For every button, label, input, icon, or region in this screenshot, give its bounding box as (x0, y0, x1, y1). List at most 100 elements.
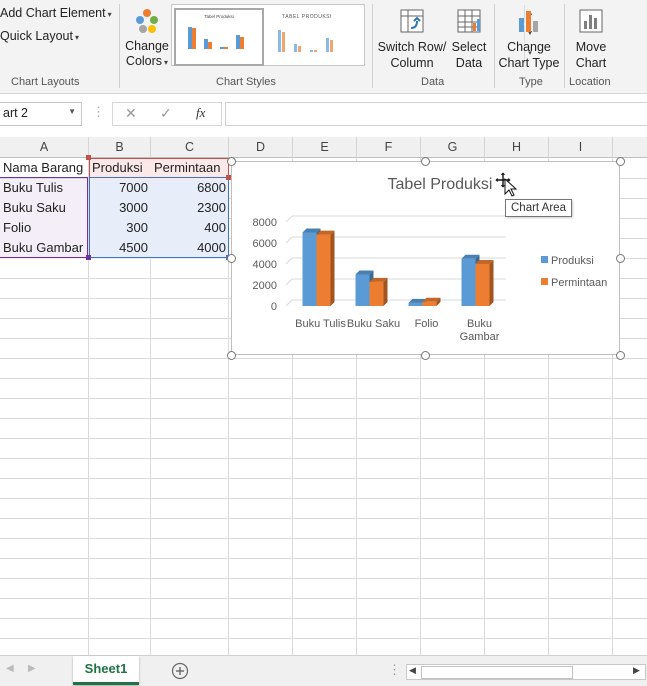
chart-style-thumbnail-1[interactable]: Tabel Produksi (174, 8, 264, 66)
x-category-label: Folio (415, 318, 439, 330)
x-category-label: Gambar (460, 331, 500, 343)
bar-side-permintaan (489, 260, 494, 306)
switch-row-column-button[interactable]: Switch Row/ Column (377, 4, 447, 72)
scroll-right-icon[interactable]: ▶ (633, 665, 640, 676)
name-box-dropdown-icon[interactable]: ▼ (68, 107, 76, 116)
enter-icon[interactable]: ✓ (160, 105, 172, 122)
category-range-border (0, 177, 88, 258)
chart-area[interactable]: Tabel Produksi 8000 6000 4000 2000 0 Buku Tuli… (231, 161, 620, 355)
column-header-h[interactable]: H (485, 137, 549, 158)
range-resize-handle[interactable] (86, 255, 91, 260)
scroll-tabs-right-icon[interactable]: ▶ (28, 663, 36, 674)
column-header-g[interactable]: G (421, 137, 485, 158)
cell-a1[interactable]: Nama Barang (0, 158, 88, 178)
change-chart-type-label-2: Chart Type (498, 56, 560, 70)
column-header-c[interactable]: C (151, 137, 229, 158)
column-header-j[interactable] (613, 137, 647, 158)
range-resize-handle[interactable] (86, 155, 91, 160)
move-chart-label-1: Move (575, 40, 607, 54)
bar-permintaan (475, 264, 490, 306)
name-box[interactable]: art 2 ▼ (0, 102, 82, 126)
sheet-tab-sheet1[interactable]: Sheet1 (73, 656, 139, 685)
switch-row-column-label-1: Switch Row/ (377, 40, 447, 54)
y-tick-label: 2000 (253, 280, 277, 292)
chart-styles-gallery: Tabel Produksi TABEL PRODUKSI ▲ ▼ ▾ (171, 4, 533, 66)
group-label-chart-layouts: Chart Layouts (11, 76, 80, 88)
ribbon: Add Chart Element ▾ Quick Layout ▾ Chart L… (0, 0, 647, 94)
column-header-b[interactable]: B (89, 137, 151, 158)
chart-plot-svg: Tabel Produksi 8000 6000 4000 2000 0 Buku Tuli… (253, 176, 608, 343)
bar-permintaan (316, 234, 331, 306)
move-chart-button[interactable]: Move Chart (567, 4, 615, 72)
group-separator (564, 4, 565, 88)
group-label-data: Data (421, 76, 445, 88)
y-tick-label: 4000 (253, 259, 277, 271)
values-range-border (89, 177, 229, 258)
y-tick-label: 8000 (253, 217, 277, 229)
bar-produksi (355, 274, 370, 306)
chart-style-thumbnail-2[interactable]: TABEL PRODUKSI (264, 8, 350, 62)
bar-side-permintaan (330, 230, 335, 306)
series-name-range-border (89, 158, 229, 178)
move-chart-icon (579, 9, 603, 33)
bar-produksi (302, 232, 317, 306)
chart-title: Tabel Produksi (388, 176, 493, 193)
change-chart-type-label-1: Change (507, 40, 551, 54)
gridline-depth (285, 215, 293, 223)
add-chart-element-button[interactable]: Add Chart Element ▾ (0, 6, 112, 20)
scroll-left-icon[interactable]: ◀ (409, 665, 416, 676)
bar-produksi (461, 258, 476, 306)
change-colors-button[interactable]: Change Colors ▾ (124, 4, 170, 74)
chart-resize-handle[interactable] (421, 157, 430, 166)
y-tick-label: 6000 (253, 238, 277, 250)
horizontal-scrollbar[interactable]: ◀ ▶ (406, 664, 646, 680)
legend-label: Permintaan (551, 277, 607, 289)
bar-permintaan (422, 301, 437, 306)
quick-layout-button[interactable]: Quick Layout ▾ (0, 29, 79, 43)
chart-resize-handle[interactable] (616, 254, 625, 263)
change-chart-type-icon (519, 11, 538, 32)
scroll-tabs-left-icon[interactable]: ◀ (6, 663, 14, 674)
bar-permintaan (369, 281, 384, 306)
column-header-f[interactable]: F (357, 137, 421, 158)
change-colors-label-2: Colors (125, 54, 163, 68)
group-label-chart-styles: Chart Styles (216, 76, 276, 88)
scrollbar-thumb[interactable] (421, 666, 573, 679)
move-cursor-icon (494, 171, 518, 197)
switch-row-column-icon (400, 9, 424, 33)
quick-layout-label: Quick Layout (0, 29, 73, 43)
chart-area-tooltip: Chart Area (505, 199, 572, 217)
column-header-a[interactable]: A (0, 137, 89, 158)
chart-resize-handle[interactable] (616, 351, 625, 360)
gridline-depth (285, 236, 293, 244)
column-header-d[interactable]: D (229, 137, 293, 158)
column-header-e[interactable]: E (293, 137, 357, 158)
legend-label: Produksi (551, 255, 594, 267)
formula-input[interactable] (225, 102, 647, 126)
chart-resize-handle[interactable] (616, 157, 625, 166)
cancel-icon[interactable]: ✕ (125, 105, 137, 122)
add-sheet-icon[interactable] (171, 662, 189, 680)
tab-splitter-icon[interactable]: ⋮ (388, 662, 401, 678)
formula-buttons: ✕ ✓ fx (112, 102, 222, 126)
dropdown-caret-icon: ▾ (74, 33, 79, 42)
group-separator (494, 4, 495, 88)
insert-function-icon[interactable]: fx (196, 105, 205, 121)
select-data-label-1: Select (451, 40, 487, 54)
column-header-i[interactable]: I (549, 137, 613, 158)
switch-row-column-label-2: Column (390, 56, 434, 70)
group-label-type: Type (519, 76, 543, 88)
chart-resize-handle[interactable] (421, 351, 430, 360)
change-chart-type-button[interactable]: Change Chart Type (497, 4, 561, 72)
gridline-depth (285, 299, 293, 307)
formula-bar-grip-icon: ⋮ (92, 104, 105, 119)
select-data-icon (457, 9, 481, 33)
gridline-depth (285, 278, 293, 286)
chart-style-preview-icon (188, 27, 244, 49)
select-data-button[interactable]: Select Data (449, 4, 489, 72)
chart-resize-handle[interactable] (227, 351, 236, 360)
chart-resize-handle[interactable] (227, 157, 236, 166)
x-category-label: Buku Saku (347, 318, 400, 330)
y-tick-label: 0 (271, 301, 277, 313)
chart-resize-handle[interactable] (227, 254, 236, 263)
